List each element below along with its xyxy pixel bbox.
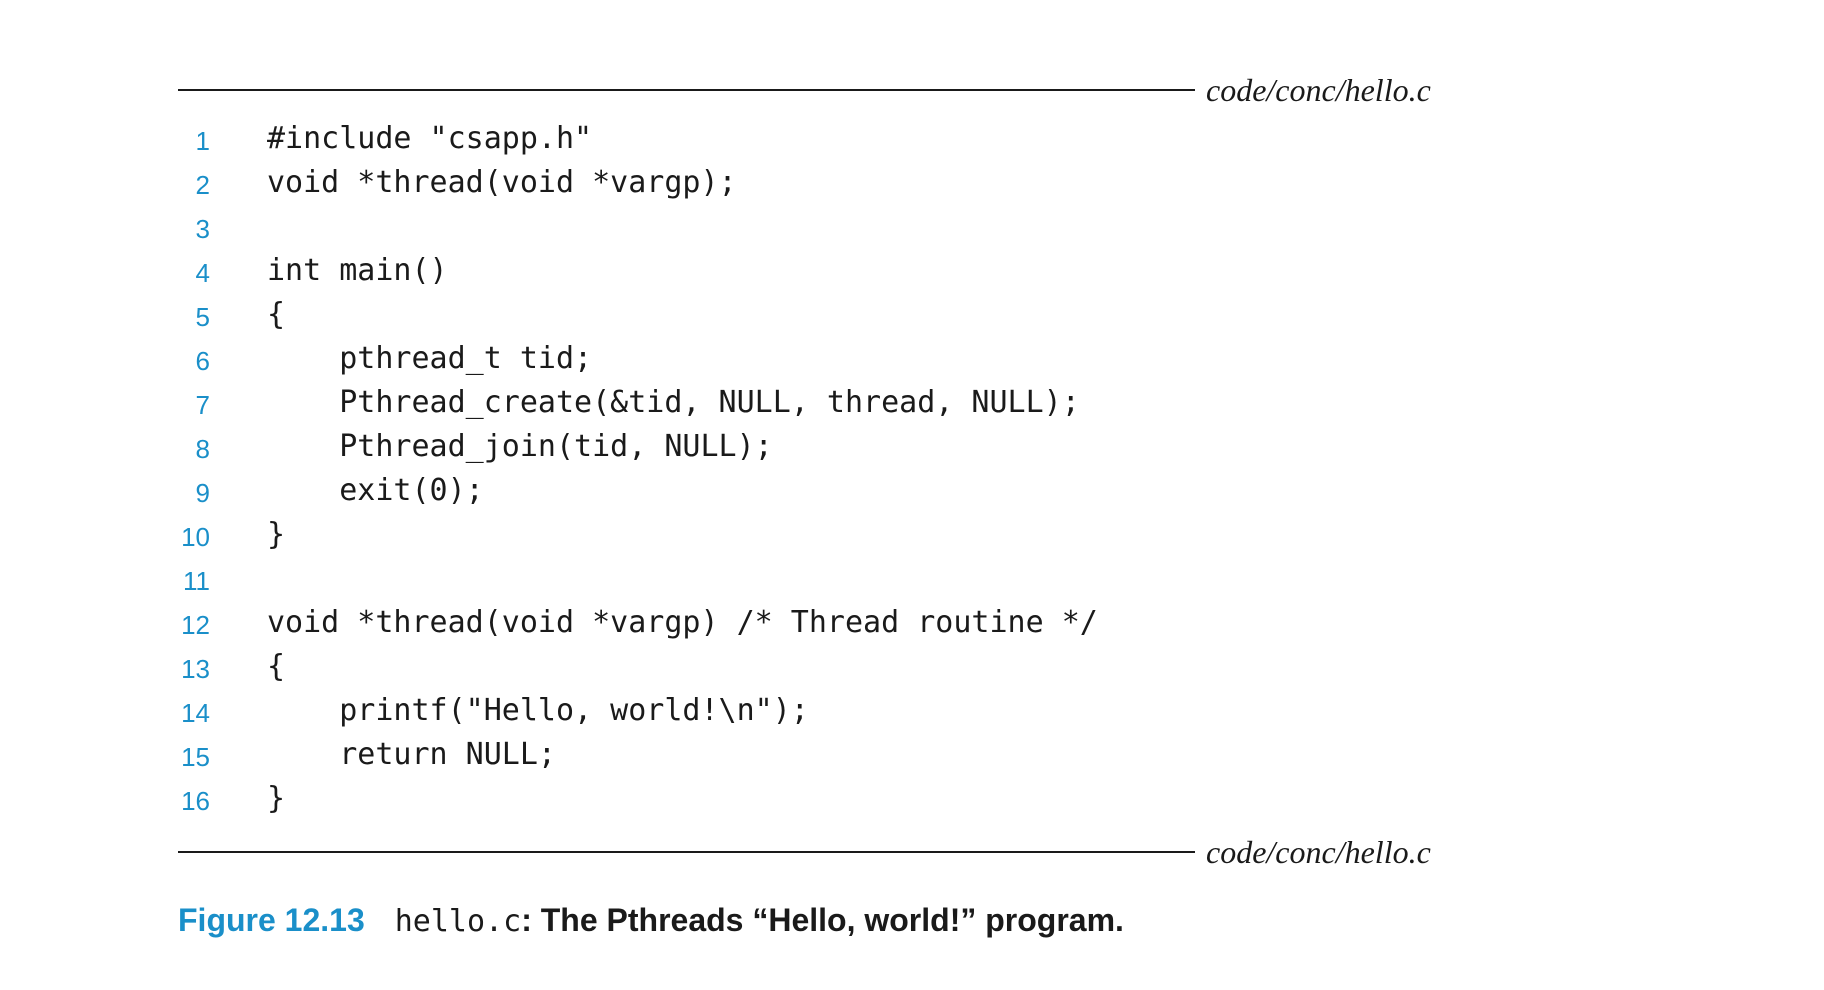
listing-header: code/conc/hello.c xyxy=(178,70,1468,110)
line-code: Pthread_create(&tid, NULL, thread, NULL)… xyxy=(267,385,1080,420)
line-number: 8 xyxy=(195,434,210,464)
line-number: 4 xyxy=(195,258,210,288)
listing-filename-bottom: code/conc/hello.c xyxy=(1206,834,1431,870)
line-number: 16 xyxy=(181,786,210,816)
code-line: 10} xyxy=(170,514,1470,558)
line-code: void *thread(void *vargp) /* Thread rout… xyxy=(267,605,1098,640)
code-line: 16} xyxy=(170,778,1470,822)
line-number: 7 xyxy=(195,390,210,420)
code-line: 9 exit(0); xyxy=(170,470,1470,514)
line-number: 10 xyxy=(181,522,210,552)
line-code: } xyxy=(267,781,286,816)
code-line: 7 Pthread_create(&tid, NULL, thread, NUL… xyxy=(170,382,1470,426)
listing-filename-top: code/conc/hello.c xyxy=(1206,72,1431,108)
line-number: 3 xyxy=(195,214,210,244)
code-line: 13 { xyxy=(170,646,1470,690)
line-number: 12 xyxy=(181,610,210,640)
line-number: 14 xyxy=(181,698,210,728)
code-line: 1 #include "csapp.h" xyxy=(170,118,1470,162)
line-number: 5 xyxy=(195,302,210,332)
line-code: return NULL; xyxy=(267,737,556,772)
line-code: exit(0); xyxy=(267,473,484,508)
line-number: 1 xyxy=(195,126,210,156)
line-number: 2 xyxy=(195,170,210,200)
bottom-rule xyxy=(178,851,1195,853)
caption-filename: hello.c xyxy=(394,904,522,939)
line-code: } xyxy=(267,517,286,552)
code-line: 6 pthread_t tid; xyxy=(170,338,1470,382)
figure-caption: Figure 12.13 hello.c: The Pthreads “Hello… xyxy=(178,900,1124,942)
line-number: 6 xyxy=(195,346,210,376)
code-line: 5{ xyxy=(170,294,1470,338)
top-rule xyxy=(178,89,1195,91)
code-line: 2 void *thread(void *vargp); xyxy=(170,162,1470,206)
code-listing: 1 #include "csapp.h" 2 void *thread(void *… xyxy=(170,118,1470,822)
line-code: pthread_t tid; xyxy=(267,341,593,376)
code-line: 3 xyxy=(170,206,1470,250)
line-code: Pthread_join(tid, NULL); xyxy=(267,429,773,464)
code-line: 11 xyxy=(170,558,1470,602)
line-code: printf("Hello, world!\n"); xyxy=(267,693,809,728)
line-code: #include "csapp.h" xyxy=(267,121,593,156)
line-code: { xyxy=(267,649,286,684)
code-line: 4 int main() xyxy=(170,250,1470,294)
caption-text: : The Pthreads “Hello, world!” program. xyxy=(521,902,1124,938)
line-number: 15 xyxy=(181,742,210,772)
code-line: 15 return NULL; xyxy=(170,734,1470,778)
line-code: void *thread(void *vargp); xyxy=(267,165,737,200)
line-number: 13 xyxy=(181,654,210,684)
code-line: 14 printf("Hello, world!\n"); xyxy=(170,690,1470,734)
line-number: 9 xyxy=(195,478,210,508)
line-code: { xyxy=(267,297,286,332)
code-line: 8 Pthread_join(tid, NULL); xyxy=(170,426,1470,470)
code-line: 12 void *thread(void *vargp) /* Thread ro… xyxy=(170,602,1470,646)
line-number: 11 xyxy=(183,566,210,596)
line-code: int main() xyxy=(267,253,448,288)
figure-label: Figure 12.13 xyxy=(178,902,365,938)
listing-footer: code/conc/hello.c xyxy=(178,832,1468,872)
